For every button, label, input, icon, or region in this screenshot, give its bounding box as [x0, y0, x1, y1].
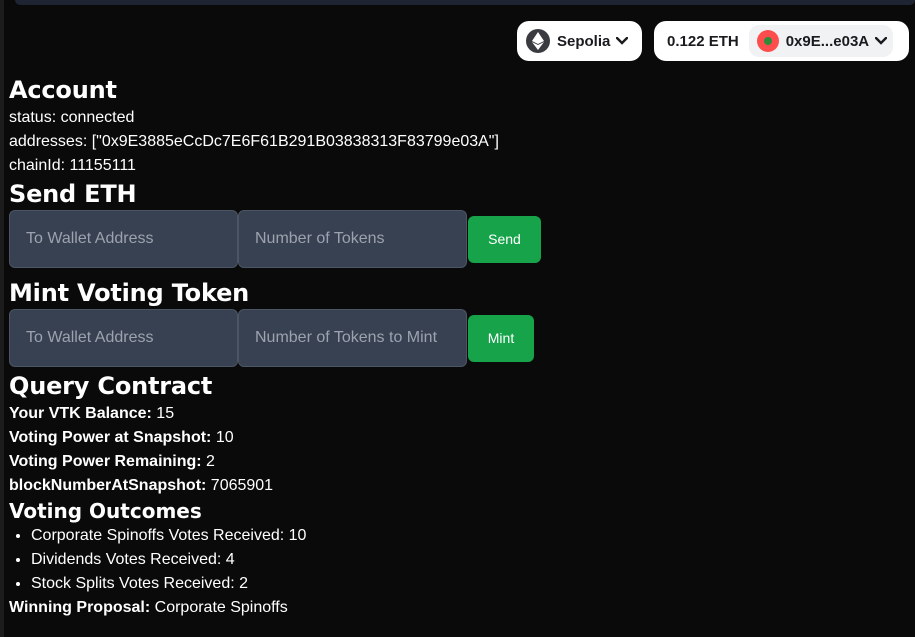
mint-amount-input[interactable]: [238, 309, 467, 367]
send-to-address-input[interactable]: [9, 210, 238, 268]
send-amount-input[interactable]: [238, 210, 467, 268]
winning-label: Winning Proposal:: [9, 599, 151, 616]
avatar-icon: [756, 30, 779, 52]
query-label: blockNumberAtSnapshot:: [9, 477, 207, 494]
query-row: Voting Power at Snapshot: 10: [9, 426, 889, 450]
mint-title: Mint Voting Token: [9, 279, 250, 307]
send-button[interactable]: Send: [468, 215, 541, 263]
outcomes-list: Corporate Spinoffs Votes Received: 10 Di…: [9, 524, 889, 596]
send-form: Send: [9, 210, 889, 268]
voting-outcomes-title: Voting Outcomes: [9, 499, 202, 523]
account-button[interactable]: 0.122 ETH 0x9E...e03A: [654, 21, 909, 61]
send-eth-title: Send ETH: [9, 180, 137, 208]
query-label: Your VTK Balance:: [9, 405, 152, 422]
eth-balance: 0.122 ETH: [667, 32, 739, 50]
left-gutter: [0, 0, 4, 637]
winning-proposal: Winning Proposal: Corporate Spinoffs: [9, 596, 889, 620]
address-short: 0x9E...e03A: [785, 32, 870, 50]
query-value: 15: [151, 405, 175, 422]
main-content: Account status: connected addresses: ["0…: [9, 74, 889, 620]
list-item: Dividends Votes Received: 4: [31, 548, 889, 572]
query-row: Your VTK Balance: 15: [9, 402, 889, 426]
chevron-down-icon: [616, 37, 629, 45]
query-label: Voting Power at Snapshot:: [9, 429, 212, 446]
ethereum-icon: [526, 29, 550, 53]
account-chain-id: chainId: 11155111: [9, 157, 136, 174]
query-value: 2: [201, 453, 215, 470]
query-value: 10: [211, 429, 234, 446]
mint-button[interactable]: Mint: [468, 314, 534, 362]
top-bar: [15, 0, 915, 5]
query-contract-title: Query Contract: [9, 372, 213, 400]
account-addresses: addresses: ["0x9E3885eCcDc7E6F61B291B038…: [9, 133, 499, 150]
winning-value: Corporate Spinoffs: [150, 599, 288, 616]
query-value: 7065901: [206, 477, 274, 494]
list-item: Stock Splits Votes Received: 2: [31, 572, 889, 596]
mint-form: Mint: [9, 309, 889, 367]
network-selector-button[interactable]: Sepolia: [517, 21, 642, 61]
query-row: Voting Power Remaining: 2: [9, 450, 889, 474]
account-status: status: connected: [9, 109, 135, 126]
query-row: blockNumberAtSnapshot: 7065901: [9, 474, 889, 498]
query-label: Voting Power Remaining:: [9, 453, 202, 470]
chevron-down-icon: [875, 37, 888, 45]
address-chip[interactable]: 0x9E...e03A: [748, 25, 894, 57]
list-item: Corporate Spinoffs Votes Received: 10: [31, 524, 889, 548]
account-title: Account: [9, 76, 117, 104]
network-name: Sepolia: [557, 32, 611, 50]
mint-to-address-input[interactable]: [9, 309, 238, 367]
